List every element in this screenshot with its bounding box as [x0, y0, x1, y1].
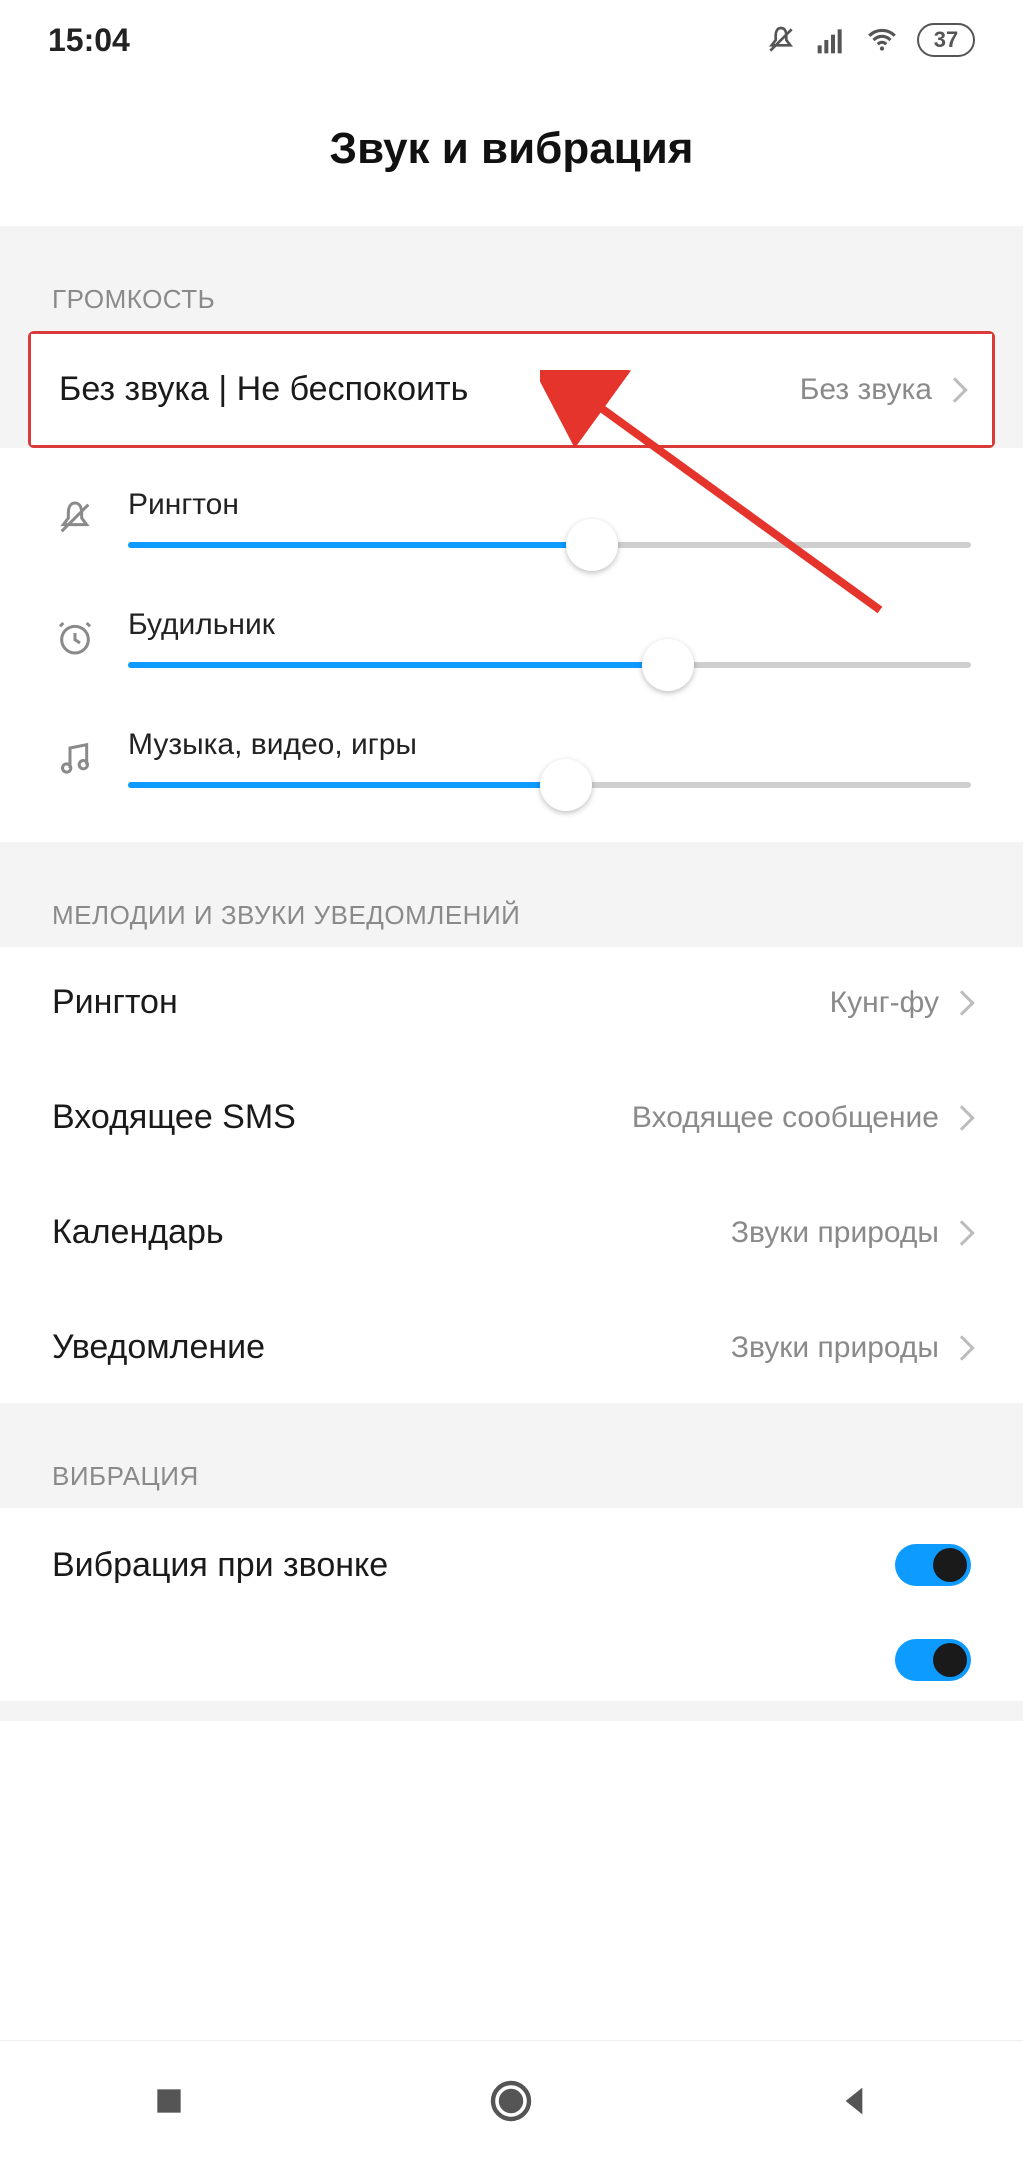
battery-icon: 37 — [917, 23, 975, 57]
android-nav-bar — [0, 2040, 1023, 2160]
chevron-right-icon — [949, 1105, 974, 1130]
row-notification[interactable]: Уведомление Звуки природы — [0, 1292, 1023, 1403]
wifi-icon — [865, 23, 899, 57]
row-vibrate-on-call[interactable]: Вибрация при звонке — [0, 1508, 1023, 1622]
highlight-annotation: Без звука | Не беспокоить Без звука — [28, 331, 995, 448]
row-silent-dnd-value: Без звука — [800, 373, 932, 407]
nav-recent-button[interactable] — [149, 2081, 189, 2121]
slider-ringtone-thumb[interactable] — [566, 519, 618, 571]
row-ringtone-label: Рингтон — [52, 983, 178, 1022]
page-header: Звук и вибрация — [0, 80, 1023, 226]
row-ringtone-value: Кунг-фу — [830, 986, 939, 1020]
slider-alarm-thumb[interactable] — [642, 639, 694, 691]
toggle-knob — [933, 1643, 967, 1677]
row-silent-dnd[interactable]: Без звука | Не беспокоить Без звука — [31, 334, 992, 445]
row-sms[interactable]: Входящее SMS Входящее сообщение — [0, 1062, 1023, 1173]
slider-ringtone-label: Рингтон — [128, 488, 971, 522]
slider-alarm-label: Будильник — [128, 608, 971, 642]
section-label-volume: ГРОМКОСТЬ — [0, 226, 1023, 331]
slider-media-fill — [128, 782, 566, 788]
nav-home-button[interactable] — [487, 2077, 535, 2125]
chevron-right-icon — [942, 377, 967, 402]
slider-media-track[interactable] — [128, 782, 971, 788]
slider-media[interactable]: Музыка, видео, игры — [0, 698, 1023, 818]
settings-content: ГРОМКОСТЬ Без звука | Не беспокоить Без … — [0, 226, 1023, 1721]
section-label-vibration: ВИБРАЦИЯ — [0, 1403, 1023, 1508]
slider-media-thumb[interactable] — [540, 759, 592, 811]
toggle-knob — [933, 1548, 967, 1582]
row-silent-dnd-label: Без звука | Не беспокоить — [59, 370, 468, 409]
slider-media-label: Музыка, видео, игры — [128, 728, 971, 762]
row-sms-value: Входящее сообщение — [632, 1101, 939, 1135]
status-bar: 15:04 37 — [0, 0, 1023, 80]
row-vibrate-on-call-label: Вибрация при звонке — [52, 1546, 388, 1585]
nav-back-button[interactable] — [834, 2081, 874, 2121]
bell-off-icon — [52, 498, 98, 538]
toggle-partial[interactable] — [895, 1639, 971, 1681]
mute-icon — [765, 24, 797, 56]
status-icons: 37 — [765, 23, 975, 57]
page-title: Звук и вибрация — [0, 124, 1023, 174]
music-note-icon — [52, 738, 98, 778]
clock-icon — [52, 618, 98, 658]
slider-ringtone[interactable]: Рингтон — [0, 458, 1023, 578]
signal-icon — [815, 24, 847, 56]
status-time: 15:04 — [48, 22, 130, 59]
row-calendar-value: Звуки природы — [731, 1216, 939, 1250]
row-calendar-label: Календарь — [52, 1213, 224, 1252]
row-calendar[interactable]: Календарь Звуки природы — [0, 1177, 1023, 1288]
slider-ringtone-track[interactable] — [128, 542, 971, 548]
chevron-right-icon — [949, 1335, 974, 1360]
row-ringtone[interactable]: Рингтон Кунг-фу — [0, 947, 1023, 1058]
row-notification-value: Звуки природы — [731, 1331, 939, 1365]
slider-alarm[interactable]: Будильник — [0, 578, 1023, 698]
chevron-right-icon — [949, 1220, 974, 1245]
section-label-sounds: МЕЛОДИИ И ЗВУКИ УВЕДОМЛЕНИЙ — [0, 842, 1023, 947]
slider-alarm-fill — [128, 662, 668, 668]
slider-alarm-track[interactable] — [128, 662, 971, 668]
toggle-vibrate-on-call[interactable] — [895, 1544, 971, 1586]
row-notification-label: Уведомление — [52, 1328, 265, 1367]
row-cutoff: x — [0, 1622, 1023, 1701]
chevron-right-icon — [949, 990, 974, 1015]
row-sms-label: Входящее SMS — [52, 1098, 296, 1137]
slider-ringtone-fill — [128, 542, 592, 548]
